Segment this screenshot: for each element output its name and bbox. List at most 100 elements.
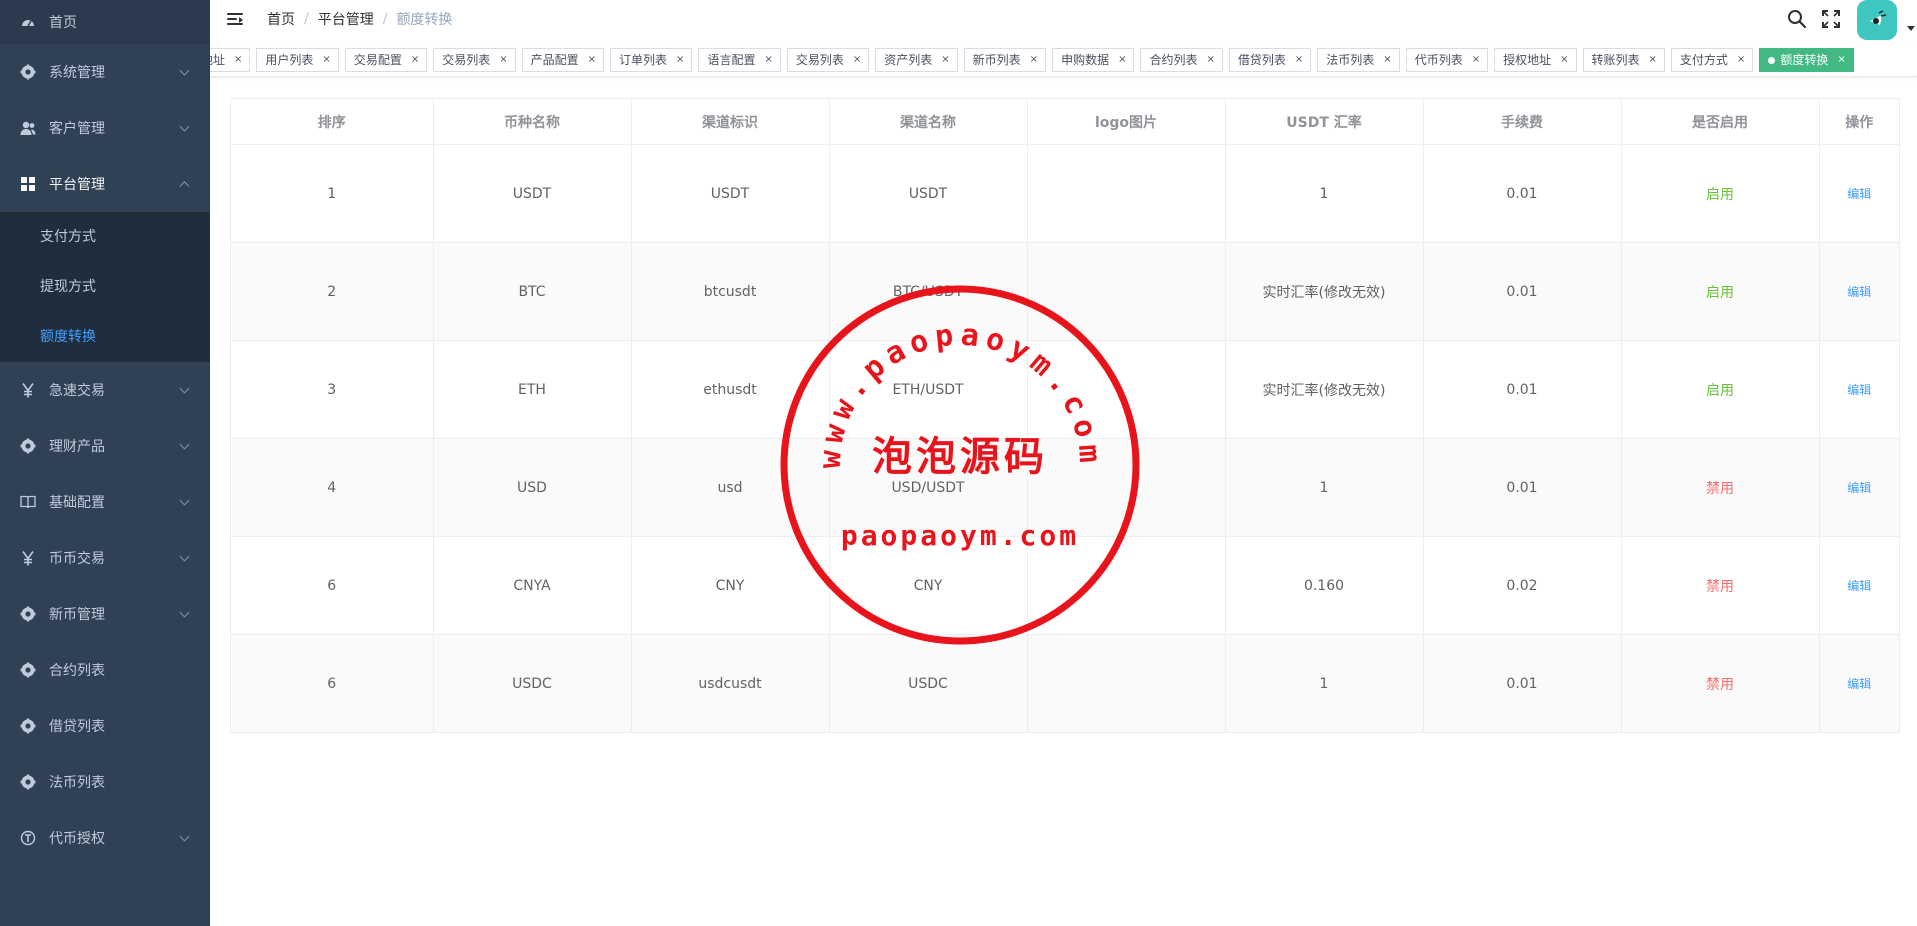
- tag[interactable]: 新币列表 ×: [963, 48, 1047, 72]
- tag-close-icon[interactable]: ×: [676, 49, 684, 71]
- tag-close-icon[interactable]: ×: [322, 49, 330, 71]
- cell-sort: 2: [231, 242, 434, 341]
- edit-button[interactable]: 编辑: [1847, 285, 1871, 299]
- breadcrumb-home[interactable]: 首页: [267, 9, 295, 29]
- cell-sort: 4: [231, 438, 434, 537]
- tag[interactable]: 资产列表 ×: [875, 48, 958, 72]
- tag[interactable]: 交易配置 ×: [344, 48, 428, 72]
- tag[interactable]: 地址 ×: [210, 48, 251, 72]
- edit-button[interactable]: 编辑: [1847, 677, 1871, 691]
- sidebar-item-fiat[interactable]: 法币列表: [0, 754, 210, 810]
- cell-sort: 6: [231, 536, 434, 635]
- cell-logo: [1027, 438, 1226, 537]
- tag-close-icon[interactable]: ×: [588, 49, 596, 71]
- status-badge: 禁用: [1706, 676, 1734, 693]
- breadcrumb-separator: /: [304, 11, 309, 27]
- tag[interactable]: 用户列表 ×: [256, 48, 339, 72]
- cell-channel-name: USD/USDT: [829, 438, 1028, 537]
- tag[interactable]: 申购数据 ×: [1052, 48, 1135, 72]
- header-fee: 手续费: [1423, 99, 1622, 145]
- tag[interactable]: 借贷列表 ×: [1228, 48, 1312, 72]
- tag[interactable]: 转账列表 ×: [1582, 48, 1665, 72]
- breadcrumb-platform[interactable]: 平台管理: [318, 9, 374, 29]
- cell-fee: 0.01: [1423, 144, 1622, 243]
- sidebar-item-coin-trade[interactable]: 币币交易: [0, 530, 210, 586]
- tag-close-icon[interactable]: ×: [411, 49, 419, 71]
- yen-icon: [20, 382, 36, 398]
- tag-close-icon[interactable]: ×: [1030, 49, 1038, 71]
- tag-label: 新币列表: [972, 53, 1021, 67]
- cell-coin-name: USDC: [433, 634, 632, 732]
- sidebar-item-token-auth[interactable]: 代币授权: [0, 810, 210, 866]
- header-logo: logo图片: [1027, 99, 1226, 145]
- hamburger-menu-icon[interactable]: [227, 12, 243, 26]
- user-avatar-dropdown[interactable]: [1855, 0, 1917, 40]
- sidebar-item-label: 客户管理: [49, 121, 105, 137]
- tag-label: 额度转换: [1780, 53, 1829, 67]
- submenu-item[interactable]: 额度转换: [0, 312, 210, 362]
- submenu-item[interactable]: 支付方式: [0, 212, 210, 262]
- fullscreen-icon[interactable]: [1821, 9, 1841, 29]
- tag[interactable]: 产品配置 ×: [521, 48, 605, 72]
- conversion-table: 排序 币种名称 渠道标识 渠道名称 logo图片 USDT 汇率 手续费 是否启…: [230, 98, 1900, 733]
- tag[interactable]: 代币列表 ×: [1405, 48, 1489, 72]
- status-badge: 禁用: [1706, 480, 1734, 497]
- tag-close-icon[interactable]: ×: [1560, 49, 1568, 71]
- edit-button[interactable]: 编辑: [1847, 383, 1871, 397]
- sidebar-item-platform[interactable]: 平台管理: [0, 156, 210, 212]
- table-row: 6 CNYA CNY CNY 0.160 0.02 禁用 编辑: [231, 536, 1899, 635]
- cell-usdt-rate: 0.160: [1225, 536, 1424, 635]
- tag[interactable]: 合约列表 ×: [1140, 48, 1223, 72]
- tag-close-icon[interactable]: ×: [764, 49, 772, 71]
- sidebar-item-system[interactable]: 系统管理: [0, 44, 210, 100]
- header-channel-name: 渠道名称: [829, 99, 1028, 145]
- search-icon[interactable]: [1787, 9, 1807, 29]
- tag-close-icon[interactable]: ×: [853, 49, 861, 71]
- sidebar-item-loan[interactable]: 借贷列表: [0, 698, 210, 754]
- cell-channel-name: USDT: [829, 144, 1028, 243]
- tag[interactable]: 订单列表 ×: [610, 48, 693, 72]
- tag[interactable]: 法币列表 ×: [1317, 48, 1400, 72]
- cell-channel-name: ETH/USDT: [829, 340, 1028, 439]
- tag[interactable]: 支付方式 ×: [1670, 48, 1754, 72]
- tag[interactable]: 授权地址 ×: [1494, 48, 1577, 72]
- cell-logo: [1027, 144, 1226, 243]
- tag-close-icon[interactable]: ×: [1118, 49, 1126, 71]
- tag-close-icon[interactable]: ×: [1383, 49, 1391, 71]
- tag-close-icon[interactable]: ×: [1737, 49, 1745, 71]
- gear-icon: [20, 662, 36, 678]
- cell-channel-id: usd: [631, 438, 830, 537]
- submenu-item[interactable]: 提现方式: [0, 262, 210, 312]
- table-row: 3 ETH ethusdt ETH/USDT 实时汇率(修改无效) 0.01 启用 编辑: [231, 340, 1899, 439]
- sidebar-item-customer[interactable]: 客户管理: [0, 100, 210, 156]
- breadcrumb-current: 额度转换: [396, 12, 453, 28]
- edit-button[interactable]: 编辑: [1847, 481, 1871, 495]
- tag-label: 借贷列表: [1237, 53, 1286, 67]
- sidebar-item-new-coin[interactable]: 新币管理: [0, 586, 210, 642]
- tags-list: 地址×用户列表×交易配置×交易列表×产品配置×订单列表×语言配置×交易列表×资产…: [210, 48, 1860, 72]
- tag[interactable]: 交易列表 ×: [786, 48, 870, 72]
- sidebar-item-base-config[interactable]: 基础配置: [0, 474, 210, 530]
- tag-close-icon[interactable]: ×: [1649, 49, 1657, 71]
- cell-channel-id: btcusdt: [631, 242, 830, 341]
- cell-channel-name: BTC/USDT: [829, 242, 1028, 341]
- table-row: 1 USDT USDT USDT 1 0.01 启用 编辑: [231, 144, 1899, 243]
- sidebar-item-home[interactable]: 首页: [0, 0, 210, 44]
- tag-close-icon[interactable]: ×: [1295, 49, 1303, 71]
- tag-close-icon[interactable]: ×: [234, 49, 242, 71]
- tag-close-icon[interactable]: ×: [1837, 49, 1845, 71]
- tag-close-icon[interactable]: ×: [499, 49, 507, 71]
- tag[interactable]: 交易列表 ×: [433, 48, 516, 72]
- edit-button[interactable]: 编辑: [1847, 187, 1871, 201]
- tag-close-icon[interactable]: ×: [941, 49, 949, 71]
- sidebar-item-finance[interactable]: 理财产品: [0, 418, 210, 474]
- tag[interactable]: 语言配置 ×: [698, 48, 781, 72]
- status-badge: 启用: [1706, 382, 1734, 399]
- tag-close-icon[interactable]: ×: [1472, 49, 1480, 71]
- edit-button[interactable]: 编辑: [1847, 579, 1871, 593]
- tag-close-icon[interactable]: ×: [1206, 49, 1214, 71]
- tag-active[interactable]: 额度转换 ×: [1759, 48, 1854, 72]
- sidebar-item-quick-trade[interactable]: 急速交易: [0, 362, 210, 418]
- sidebar-item-contract[interactable]: 合约列表: [0, 642, 210, 698]
- cell-channel-id: ethusdt: [631, 340, 830, 439]
